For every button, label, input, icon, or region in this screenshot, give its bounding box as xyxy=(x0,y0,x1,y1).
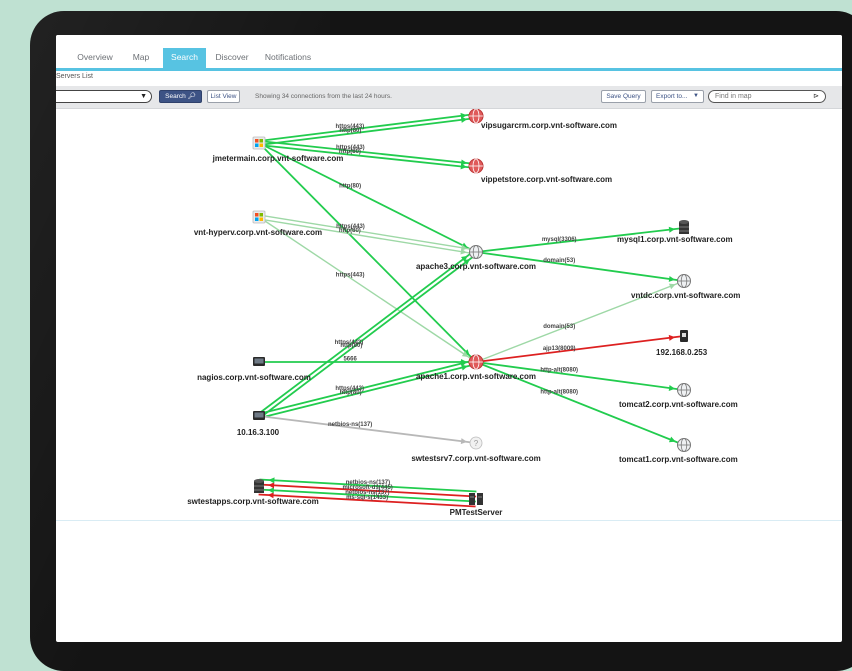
edges-layer xyxy=(257,112,685,508)
connection-edge[interactable] xyxy=(258,216,477,363)
edge-label: http-alt(8080) xyxy=(540,368,578,374)
edge-label: http(80) xyxy=(339,183,361,189)
connection-edge[interactable] xyxy=(258,113,476,142)
tab-search[interactable]: Search xyxy=(163,48,206,68)
save-query-button[interactable]: Save Query xyxy=(601,90,646,103)
edge-label: 5666 xyxy=(343,357,357,363)
node-label: vippetstore.corp.vnt-software.com xyxy=(481,175,612,184)
edge-label: domain(53) xyxy=(543,324,575,330)
node-label: 192.168.0.253 xyxy=(656,348,708,357)
map-node-vipsugar[interactable]: vipsugarcrm.corp.vnt-software.com xyxy=(468,109,617,130)
globe-icon xyxy=(677,274,691,288)
tab-notifications[interactable]: Notifications xyxy=(257,48,319,68)
search-toolbar: ▼ Search 🔎︎ List View Showing 34 connect… xyxy=(56,86,842,109)
connection-edge[interactable] xyxy=(257,249,476,416)
edge-label: https(443) xyxy=(336,272,365,278)
edge-label: domain(53) xyxy=(543,258,575,264)
red-globe-icon xyxy=(468,158,484,174)
connection-edge[interactable] xyxy=(259,252,478,419)
connection-edge[interactable] xyxy=(258,142,477,363)
database-icon xyxy=(679,220,689,234)
node-label: nagios.corp.vnt-software.com xyxy=(197,373,311,382)
connection-edge[interactable] xyxy=(258,415,477,444)
connection-map[interactable]: https(443)http(80)https(443)http(80)http… xyxy=(56,109,842,519)
map-divider xyxy=(56,520,842,521)
go-arrow-icon: ⊳ xyxy=(813,93,819,100)
node-label: vipsugarcrm.corp.vnt-software.com xyxy=(481,121,617,130)
tab-map[interactable]: Map xyxy=(127,48,155,68)
dropdown-arrow-icon: ▼ xyxy=(693,93,699,99)
map-node-nagios[interactable]: nagios.corp.vnt-software.com xyxy=(197,357,311,382)
query-select[interactable]: ▼ xyxy=(56,90,152,103)
globe-icon xyxy=(677,438,691,452)
dropdown-arrow-icon: ▼ xyxy=(140,93,147,100)
map-node-mysql1[interactable]: mysql1.corp.vnt-software.com xyxy=(617,220,733,244)
search-icon: 🔎︎ xyxy=(187,93,196,100)
edge-label: ajp13(8009) xyxy=(543,346,576,352)
edge-label: netbios-ns(137) xyxy=(346,480,390,486)
status-text: Showing 34 connections from the last 24 … xyxy=(255,93,392,100)
edge-arrowhead xyxy=(268,482,275,489)
map-node-ip253[interactable]: 192.168.0.253 xyxy=(656,330,708,357)
map-node-swtestsrv7[interactable]: ? swtestsrv7.corp.vnt-software.com xyxy=(411,436,541,463)
node-label: tomcat1.corp.vnt-software.com xyxy=(619,455,738,464)
tab-overview[interactable]: Overview xyxy=(70,48,120,68)
app-screen: Overview Map Search Discover Notificatio… xyxy=(56,35,842,642)
edge-label: http-alt(8080) xyxy=(540,390,578,396)
web-server-icon xyxy=(469,245,483,259)
server-icon xyxy=(469,493,483,505)
export-dropdown[interactable]: Export to... ▼ xyxy=(651,90,704,103)
svg-text:?: ? xyxy=(474,439,479,448)
node-label: apache3.corp.vnt-software.com xyxy=(416,262,536,271)
node-label: vntdc.corp.vnt-software.com xyxy=(631,291,740,300)
map-node-vippet[interactable]: vippetstore.corp.vnt-software.com xyxy=(468,158,612,184)
list-view-button[interactable]: List View xyxy=(207,90,240,103)
node-label: mysql1.corp.vnt-software.com xyxy=(617,235,733,244)
map-node-tomcat1[interactable]: tomcat1.corp.vnt-software.com xyxy=(619,438,738,465)
edge-label: netbios-ns(137) xyxy=(328,422,372,428)
unknown-host-icon: ? xyxy=(469,436,483,450)
windows-server-icon xyxy=(252,136,266,150)
map-node-tomcat2[interactable]: tomcat2.corp.vnt-software.com xyxy=(619,383,738,410)
edge-label: http(80) xyxy=(339,228,361,234)
map-node-hyperv[interactable]: vnt-hyperv.corp.vnt-software.com xyxy=(194,210,322,237)
edge-arrowhead xyxy=(268,477,275,484)
connection-edge[interactable] xyxy=(258,359,476,415)
find-in-map-input[interactable]: Find in map ⊳ xyxy=(708,90,826,103)
monitor-icon xyxy=(253,357,265,366)
tab-discover[interactable]: Discover xyxy=(212,48,252,68)
node-label: jmetermain.corp.vnt-software.com xyxy=(212,154,344,163)
find-placeholder: Find in map xyxy=(715,93,752,100)
node-label: PMTestServer xyxy=(450,508,503,517)
edge-label: http(80) xyxy=(339,128,361,134)
search-button[interactable]: Search 🔎︎ xyxy=(159,90,202,103)
device-icon xyxy=(680,330,688,342)
monitor-icon xyxy=(253,411,265,420)
node-label: swtestsrv7.corp.vnt-software.com xyxy=(411,454,540,463)
tab-bar: Overview Map Search Discover Notificatio… xyxy=(56,35,842,71)
node-label: swtestapps.corp.vnt-software.com xyxy=(187,497,319,506)
edge-label: http(80) xyxy=(340,343,362,349)
connection-edge[interactable] xyxy=(259,117,477,146)
map-node-vntdc[interactable]: vntdc.corp.vnt-software.com xyxy=(631,274,740,301)
nodes-layer: jmetermain.corp.vnt-software.com vipsugar… xyxy=(187,109,740,517)
red-web-server-icon xyxy=(468,354,484,370)
breadcrumb[interactable]: Servers List xyxy=(56,73,93,80)
export-label: Export to... xyxy=(656,93,688,100)
node-label: vnt-hyperv.corp.vnt-software.com xyxy=(194,228,322,237)
edge-arrowhead xyxy=(267,487,275,494)
node-label: tomcat2.corp.vnt-software.com xyxy=(619,400,738,409)
edge-label: mysql(3306) xyxy=(542,237,577,243)
database-icon xyxy=(254,479,264,493)
connection-edge[interactable] xyxy=(475,335,685,363)
search-button-label: Search xyxy=(165,93,186,100)
node-label: apache1.corp.vnt-software.com xyxy=(416,372,536,381)
windows-server-icon xyxy=(252,210,266,224)
globe-icon xyxy=(677,383,691,397)
node-label: 10.16.3.100 xyxy=(237,428,280,437)
edge-label: http(80) xyxy=(340,390,362,396)
map-node-jmeter[interactable]: jmetermain.corp.vnt-software.com xyxy=(212,136,344,163)
